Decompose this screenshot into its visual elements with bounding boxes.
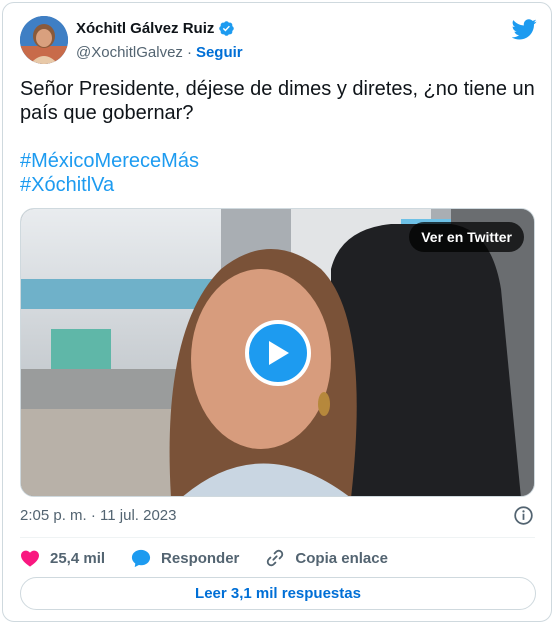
handle-row: @XochitlGalvez · Seguir: [76, 44, 243, 61]
hashtag-link[interactable]: #MéxicoMereceMás: [20, 149, 540, 173]
follow-link[interactable]: Seguir: [196, 44, 243, 61]
info-icon[interactable]: [513, 505, 534, 526]
verified-badge-icon: [219, 21, 235, 36]
action-bar: 25,4 mil Responder Copia enlace: [20, 544, 414, 572]
like-action[interactable]: 25,4 mil: [20, 549, 105, 567]
play-icon: [269, 341, 289, 365]
tweet-body: Señor Presidente, déjese de dimes y dire…: [20, 78, 535, 124]
hashtag-list: #MéxicoMereceMás #XóchitlVa: [20, 149, 540, 197]
link-icon: [267, 549, 284, 567]
hashtag-link[interactable]: #XóchitlVa: [20, 173, 540, 197]
tweet-text: Señor Presidente, déjese de dimes y dire…: [20, 77, 540, 197]
heart-icon: [21, 550, 39, 567]
tweet-card: Xóchitl Gálvez Ruiz @XochitlGalvez · Seg…: [2, 2, 552, 622]
play-button[interactable]: [245, 320, 311, 386]
tweet-timestamp[interactable]: 2:05 p. m. · 11 jul. 2023: [20, 507, 176, 524]
like-count: 25,4 mil: [50, 549, 106, 567]
reply-label: Responder: [161, 549, 240, 567]
video-player[interactable]: Ver en Twitter: [20, 208, 535, 497]
reply-action[interactable]: Responder: [131, 549, 239, 568]
reply-bubble-icon: [131, 549, 151, 567]
separator-dot: ·: [186, 44, 192, 61]
divider: [20, 537, 535, 538]
twitter-bird-icon[interactable]: [512, 19, 537, 40]
read-replies-button[interactable]: Leer 3,1 mil respuestas: [20, 577, 536, 610]
copy-link-label: Copia enlace: [295, 549, 388, 567]
author-handle[interactable]: @XochitlGalvez: [76, 44, 183, 61]
avatar[interactable]: [20, 16, 68, 64]
view-on-twitter-button[interactable]: Ver en Twitter: [409, 222, 524, 252]
copy-link-action[interactable]: Copia enlace: [265, 548, 388, 568]
author-name[interactable]: Xóchitl Gálvez Ruiz: [76, 20, 214, 37]
author-name-row[interactable]: Xóchitl Gálvez Ruiz: [76, 20, 235, 37]
